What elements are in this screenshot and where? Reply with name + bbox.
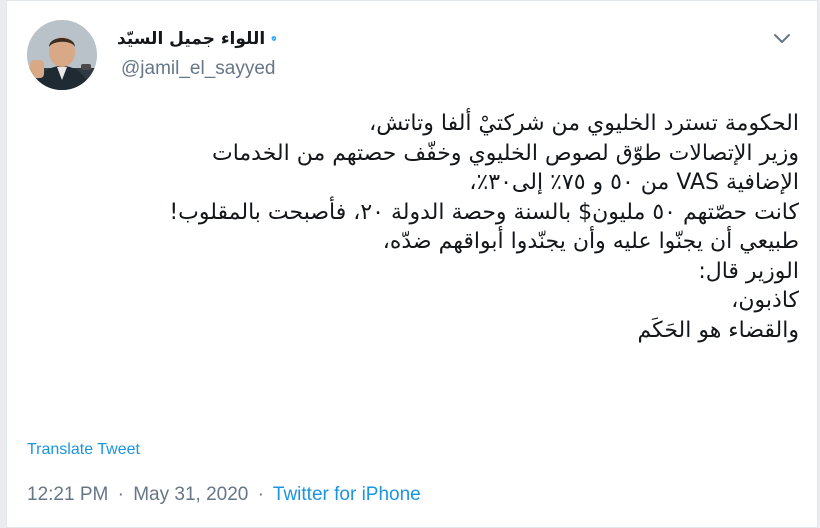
avatar[interactable] [27, 20, 97, 90]
meta-separator: · [117, 484, 124, 505]
tweet-line: كاذبون، [731, 288, 799, 313]
tweet-line: طبيعي أن يجنّوا عليه وأن يجنّدوا أبواقهم… [382, 229, 799, 254]
tweet-card: اللواء جميل السيّد @jamil_el_sayyed الحك… [6, 0, 818, 528]
tweet-date[interactable]: May 31, 2020 [133, 484, 248, 505]
verified-badge-icon [271, 35, 277, 42]
tweet-line: الإضافية VAS من ٥٠ و ٧٥٪ إلى٣٠٪، [469, 170, 799, 195]
tweet-line: وزير الإتصالات طوّق لصوص الخليوي وخفّف ح… [211, 140, 799, 166]
translate-tweet-link[interactable]: Translate Tweet [27, 441, 140, 459]
chevron-down-icon[interactable] [772, 31, 792, 45]
tweet-text: الحكومة تسترد الخليوي من شركتيْ ألفا وتا… [27, 109, 799, 345]
tweet-line: الوزير قال: [698, 258, 799, 284]
tweet-line: الحكومة تسترد الخليوي من شركتيْ ألفا وتا… [369, 111, 799, 136]
author-handle[interactable]: @jamil_el_sayyed [121, 58, 275, 80]
tweet-source-link[interactable]: Twitter for iPhone [273, 484, 421, 505]
avatar-photo [27, 20, 97, 90]
meta-separator: · [257, 484, 264, 505]
tweet-line: والقضاء هو الحَكَم [637, 317, 799, 343]
tweet-time[interactable]: 12:21 PM [27, 484, 108, 505]
author-display-name[interactable]: اللواء جميل السيّد [117, 29, 265, 49]
tweet-line: كانت حصّتهم ٥٠ مليون$ بالسنة وحصة الدولة… [169, 199, 799, 225]
author-name-row[interactable]: اللواء جميل السيّد [117, 28, 277, 49]
tweet-metadata: 12:21 PM · May 31, 2020 · Twitter for iP… [27, 484, 421, 506]
